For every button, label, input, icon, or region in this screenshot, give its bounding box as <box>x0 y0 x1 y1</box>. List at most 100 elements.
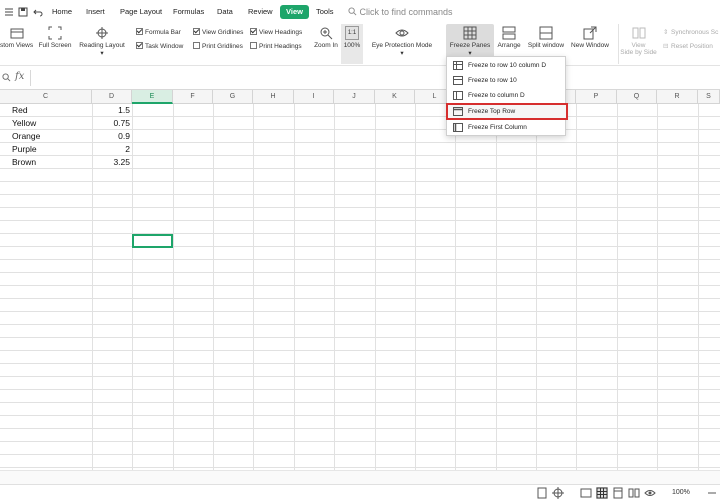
print-headings-toggle[interactable]: Print Headings <box>250 42 302 52</box>
checkbox-icon <box>250 28 257 35</box>
menu-item-freeze-row[interactable]: Freeze to row 10 <box>447 73 567 88</box>
formula-input[interactable] <box>30 70 720 86</box>
column-headers: C D E F G H I J K L M N O P Q R S <box>0 90 720 104</box>
view-side-by-side-button[interactable]: View Side by Side <box>618 24 658 64</box>
view-headings-label: View Headings <box>259 29 303 36</box>
tab-home[interactable]: Home <box>46 5 78 19</box>
freeze-panes-menu: Freeze to row 10 column D Freeze to row … <box>446 56 568 136</box>
page-break-icon[interactable] <box>536 487 548 499</box>
menu-item-freeze-column[interactable]: Freeze to column D <box>447 88 567 103</box>
cell-d-purple[interactable]: 2 <box>92 143 130 156</box>
tab-insert[interactable]: Insert <box>80 5 111 19</box>
menu-hamburger-icon[interactable] <box>4 7 14 17</box>
column-header-j[interactable]: J <box>334 90 375 104</box>
tab-formulas[interactable]: Formulas <box>167 5 210 19</box>
tab-data[interactable]: Data <box>211 5 239 19</box>
column-header-q[interactable]: Q <box>617 90 657 104</box>
menu-item-label: Freeze Top Row <box>468 108 516 115</box>
column-header-s[interactable]: S <box>698 90 720 104</box>
reading-mode-icon[interactable] <box>628 487 640 499</box>
reading-layout-button[interactable]: Reading Layout ▾ <box>76 24 128 64</box>
command-search[interactable]: Click to find commands <box>348 5 453 19</box>
column-header-i[interactable]: I <box>294 90 334 104</box>
column-header-g[interactable]: G <box>213 90 253 104</box>
freeze-top-row-icon <box>453 107 463 116</box>
gridline <box>173 104 174 470</box>
cell-c-yellow[interactable]: Yellow <box>12 117 90 130</box>
print-gridlines-toggle[interactable]: Print Gridlines <box>193 42 243 52</box>
cell-d-brown[interactable]: 3.25 <box>92 156 130 169</box>
tab-page-layout[interactable]: Page Layout <box>114 5 168 19</box>
view-gridlines-toggle[interactable]: View Gridlines <box>193 28 243 38</box>
task-window-toggle[interactable]: Task Window <box>136 42 183 52</box>
zoom-out-icon[interactable] <box>706 487 718 499</box>
cell-d-orange[interactable]: 0.9 <box>92 130 130 143</box>
cell-c-red[interactable]: Red <box>12 104 90 117</box>
cell-c-brown[interactable]: Brown <box>12 156 90 169</box>
normal-view-icon[interactable] <box>580 487 592 499</box>
column-header-d[interactable]: D <box>92 90 132 104</box>
page-layout-icon[interactable] <box>612 487 624 499</box>
cell-c-orange[interactable]: Orange <box>12 130 90 143</box>
zoom-level[interactable]: 100% <box>672 487 690 499</box>
menu-item-label: Freeze to row 10 column D <box>468 62 547 69</box>
new-window-button[interactable]: New Window <box>568 24 612 64</box>
active-cell-selection[interactable] <box>132 234 173 248</box>
column-header-k[interactable]: K <box>375 90 415 104</box>
horizontal-scrollbar[interactable] <box>0 470 720 484</box>
gridline <box>657 104 658 470</box>
grid-view-icon[interactable] <box>596 487 608 499</box>
cell-d-yellow[interactable]: 0.75 <box>92 117 130 130</box>
reset-position-icon: ⊟ <box>663 43 669 50</box>
column-header-p[interactable]: P <box>576 90 617 104</box>
freeze-panes-icon <box>463 26 477 40</box>
view-headings-toggle[interactable]: View Headings <box>250 28 302 38</box>
reading-layout-label: Reading Layout <box>79 42 125 49</box>
arrange-label: Arrange <box>497 42 521 49</box>
column-header-r[interactable]: R <box>657 90 698 104</box>
ribbon-toolbar: stom Views Full Screen Reading Layout ▾ F… <box>0 24 720 66</box>
gridline <box>132 104 133 470</box>
search-icon <box>348 7 357 16</box>
zoom-100-button[interactable]: 1:1 100% <box>341 24 363 64</box>
save-icon[interactable] <box>18 7 28 17</box>
eye-protection-icon[interactable] <box>644 487 656 499</box>
zoom-lookup-icon[interactable] <box>2 73 11 82</box>
gridline <box>496 104 497 470</box>
full-screen-button[interactable]: Full Screen <box>38 24 72 64</box>
full-screen-label: Full Screen <box>38 42 72 49</box>
menu-item-freeze-first-column[interactable]: Freeze First Column <box>447 120 567 135</box>
menu-bar: Home Insert Page Layout Formulas Data Re… <box>0 0 720 24</box>
column-header-e[interactable]: E <box>132 90 173 104</box>
menu-item-freeze-top-row[interactable]: Freeze Top Row <box>446 103 568 120</box>
custom-views-icon <box>10 28 24 39</box>
cell-c-purple[interactable]: Purple <box>12 143 90 156</box>
gridline <box>294 104 295 470</box>
split-window-icon <box>539 26 553 40</box>
fx-icon[interactable]: fx <box>15 71 24 82</box>
formula-bar-toggle[interactable]: Formula Bar <box>136 28 181 38</box>
checkbox-icon <box>193 28 200 35</box>
column-header-h[interactable]: H <box>253 90 294 104</box>
menu-item-freeze-row-col[interactable]: Freeze to row 10 column D <box>447 58 567 73</box>
crosshair-icon[interactable] <box>552 487 564 499</box>
tab-review[interactable]: Review <box>242 5 279 19</box>
new-window-label: New Window <box>571 42 609 49</box>
gridline <box>617 104 618 470</box>
undo-icon[interactable] <box>33 7 43 17</box>
status-bar: 100% <box>0 484 720 500</box>
column-header-c[interactable]: C <box>0 90 92 104</box>
gridline <box>334 104 335 470</box>
sheet-grid[interactable]: Red 1.5 Yellow 0.75 Orange 0.9 Purple 2 … <box>0 104 720 470</box>
zoom-in-button[interactable]: Zoom In <box>312 24 340 64</box>
tab-tools[interactable]: Tools <box>310 5 340 19</box>
synchronous-scroll-button[interactable]: ⇕ Synchronous Sc <box>663 28 718 38</box>
custom-views-button[interactable]: stom Views <box>0 24 34 64</box>
zoom-in-icon <box>320 27 333 40</box>
cell-d-red[interactable]: 1.5 <box>92 104 130 117</box>
reset-position-button[interactable]: ⊟ Reset Position <box>663 42 713 52</box>
eye-protection-button[interactable]: Eye Protection Mode ▾ <box>368 24 436 64</box>
tab-view[interactable]: View <box>280 5 309 19</box>
side-by-side-label-2: Side by Side <box>620 49 657 56</box>
column-header-f[interactable]: F <box>173 90 213 104</box>
